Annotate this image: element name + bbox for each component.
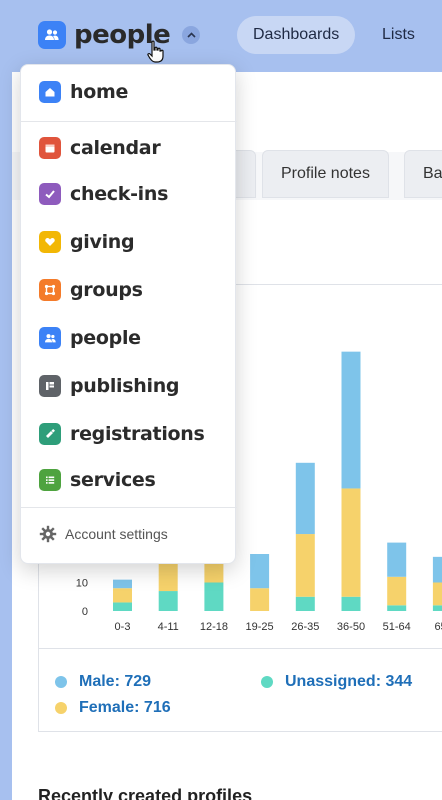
- menu-item-check-ins[interactable]: check-ins: [39, 179, 168, 209]
- bar-segment-male[interactable]: [295, 462, 315, 535]
- bar-segment-male[interactable]: [432, 556, 442, 583]
- bar-segment-male[interactable]: [387, 542, 407, 577]
- bar-segment-unassigned[interactable]: [432, 605, 442, 611]
- menu-item-label: groups: [70, 279, 143, 301]
- list-icon: [39, 469, 61, 491]
- legend-dot: [55, 676, 67, 688]
- home-icon: [39, 81, 61, 103]
- groups-icon: [39, 279, 61, 301]
- chart-legend: Male: 729 Female: 716 Unassigned: 344: [38, 648, 442, 732]
- legend-unassigned-label: Unassigned: 344: [285, 673, 413, 690]
- account-settings-label: Account settings: [65, 526, 168, 542]
- x-tick-label: 26-35: [291, 621, 319, 633]
- menu-item-label: registrations: [70, 423, 205, 445]
- menu-item-label: home: [70, 81, 129, 103]
- legend-dot: [55, 702, 67, 714]
- menu-item-label: check-ins: [70, 183, 169, 205]
- legend-male: Male: 729: [55, 673, 151, 691]
- app-menu: home calendar check-ins giving groups pe…: [20, 64, 237, 564]
- x-tick-label: 4-11: [158, 621, 179, 633]
- x-tick-label: 19-25: [246, 621, 274, 633]
- y-tick-label: 0: [82, 606, 88, 618]
- bar-segment-female[interactable]: [432, 582, 442, 606]
- bar-segment-unassigned[interactable]: [387, 605, 407, 611]
- x-tick-label: 36-50: [337, 621, 365, 633]
- check-icon: [39, 183, 61, 205]
- menu-item-label: publishing: [70, 375, 180, 397]
- bar-segment-male[interactable]: [250, 554, 270, 589]
- registrations-icon: [39, 423, 61, 445]
- account-settings-link[interactable]: Account settings: [39, 525, 168, 543]
- menu-item-label: people: [70, 327, 141, 349]
- menu-item-giving[interactable]: giving: [39, 227, 135, 257]
- menu-divider: [21, 121, 237, 122]
- legend-unassigned: Unassigned: 344: [261, 673, 412, 691]
- bar-segment-female[interactable]: [387, 576, 407, 606]
- menu-item-label: giving: [70, 231, 135, 253]
- bar-segment-unassigned[interactable]: [158, 591, 178, 611]
- menu-item-people[interactable]: people: [39, 323, 141, 353]
- x-tick-label: 51-64: [383, 621, 411, 633]
- bar-segment-unassigned[interactable]: [204, 582, 224, 612]
- menu-item-calendar[interactable]: calendar: [39, 133, 161, 163]
- menu-item-services[interactable]: services: [39, 465, 156, 495]
- menu-item-label: calendar: [70, 137, 161, 159]
- x-tick-label: 65-: [434, 621, 442, 633]
- bar-segment-female[interactable]: [113, 588, 132, 603]
- menu-item-home[interactable]: home: [39, 77, 128, 107]
- menu-item-publishing[interactable]: publishing: [39, 371, 180, 401]
- gear-icon: [39, 525, 57, 543]
- menu-divider: [21, 507, 237, 508]
- legend-female: Female: 716: [55, 699, 171, 717]
- bar-segment-unassigned[interactable]: [113, 602, 132, 611]
- x-tick-label: 0-3: [115, 621, 131, 633]
- menu-item-registrations[interactable]: registrations: [39, 419, 205, 449]
- publishing-icon: [39, 375, 61, 397]
- bar-segment-female[interactable]: [250, 588, 270, 611]
- people-icon: [39, 327, 61, 349]
- y-tick-label: 10: [76, 578, 88, 590]
- bar-segment-male[interactable]: [113, 579, 132, 589]
- legend-female-label: Female: 716: [79, 699, 171, 716]
- menu-item-groups[interactable]: groups: [39, 275, 143, 305]
- bar-segment-female[interactable]: [295, 534, 315, 597]
- heart-icon: [39, 231, 61, 253]
- bar-segment-female[interactable]: [341, 488, 361, 597]
- bar-segment-male[interactable]: [341, 351, 361, 489]
- menu-item-label: services: [70, 469, 156, 491]
- bar-segment-unassigned[interactable]: [341, 596, 361, 611]
- legend-dot: [261, 676, 273, 688]
- bar-segment-unassigned[interactable]: [295, 596, 315, 611]
- recent-profiles-title: Recently created profiles: [38, 786, 253, 800]
- legend-male-label: Male: 729: [79, 673, 152, 690]
- x-tick-label: 12-18: [200, 621, 228, 633]
- calendar-icon: [39, 137, 61, 159]
